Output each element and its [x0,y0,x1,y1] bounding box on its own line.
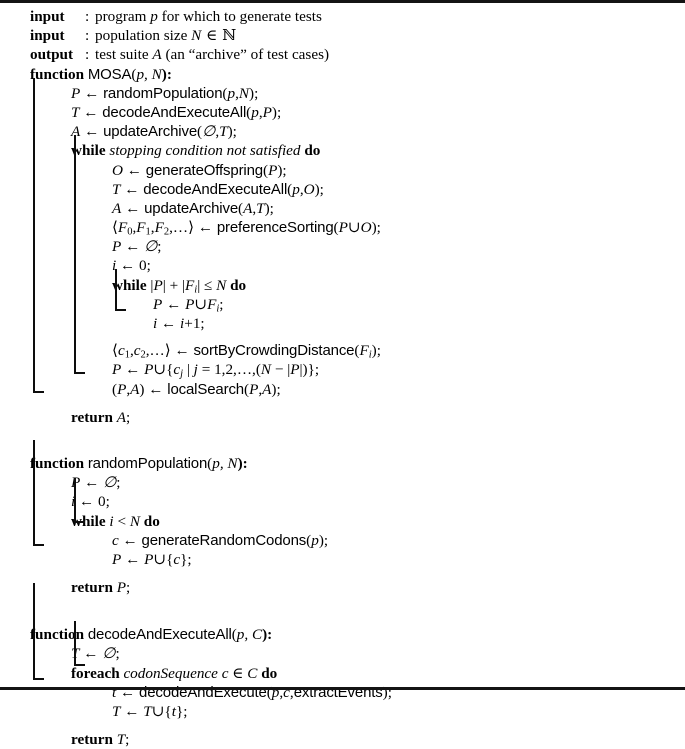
keyword-do: do [261,664,278,682]
bottom-horizontal-rule [0,687,685,690]
call-decodeAndExecuteAll: decodeAndExecuteAll [102,103,247,121]
header-var: p [150,8,158,25]
header-key: input [30,27,65,45]
nesting-rule-foot [33,678,44,680]
call-updateArchive: updateArchive [144,199,239,217]
paren-close: ): [237,454,248,472]
nesting-rule-rp-level2 [74,478,85,523]
header-colon: : [85,46,90,64]
header-colon: : [85,27,90,45]
nesting-rule-foot [74,372,85,374]
stmt-mosa-randompopulation: P ← randomPopulation(p,N); [71,84,259,102]
while-condition-mosa: stopping condition not satisfied [109,142,301,160]
stmt-mosa-p-union-cj: P ← P∪{cj | j = 1,2,…,(N − |P|)}; [112,361,320,380]
call-generateOffspring: generateOffspring [145,161,264,179]
stmt-rp-generaterandomcodons: c ← generateRandomCodons(p); [112,531,329,549]
call-updateArchive: updateArchive [103,123,198,141]
stmt-mosa-decodeall-1: T ← decodeAndExecuteAll(p,P); [71,103,282,121]
function-signature-randompopulation: function randomPopulation(p, N): [0,454,685,473]
spacer-inner-while [0,329,685,337]
header-key: output [30,46,74,64]
nesting-rule-dea-level2 [74,621,85,666]
function-signature-mosa: function MOSA(p, N): [0,65,685,84]
keyword-do: do [230,276,247,294]
call-generateRandomCodons: generateRandomCodons [141,531,307,549]
nesting-rule-foot [74,521,85,523]
header-text-suffix: for which to generate tests [157,8,322,25]
while-mosa-inner: while |P| + |Fi| ≤ N do [112,276,247,296]
nesting-rule-mosa-level2 [74,135,85,374]
stmt-dea-decodeandexecute: t ← decodeAndExecute(p,c,extractEvents); [112,683,392,701]
call-randomPopulation: randomPopulation [103,84,223,102]
stmt-mosa-updatearchive-2: A ← updateArchive(A,T); [112,199,274,217]
header-key: input [30,8,65,25]
call-preferenceSorting: preferenceSorting [216,219,334,237]
while-mosa-outer: while stopping condition not satisfied d… [0,141,685,160]
stmt-rp-i-zero: i ← 0; [71,493,110,511]
nesting-rule-mosa-level3 [115,269,126,311]
keyword-function: function [30,626,85,644]
header-text-prefix: test suite [95,46,153,64]
spacer-rp-while [0,565,685,574]
header-text-prefix: program [95,8,151,25]
spacer-between-functions-1 [0,423,685,450]
paren-close: ): [161,65,172,83]
header-text-prefix: population size [95,27,192,45]
keyword-function: function [30,454,85,472]
paren-close: ): [262,626,273,644]
stmt-mosa-decodeall-2: T ← decodeAndExecuteAll(p,O); [112,180,324,198]
function-name-randompopulation: randomPopulation [87,454,208,472]
nesting-rule-foot [33,391,44,393]
keyword-do: do [304,142,321,160]
spacer-outer-while [0,395,685,404]
nesting-rule-foot [74,664,85,666]
foreach-dea: foreach codonSequence c ∈ C do [71,664,278,682]
header-row-output: output: test suite A (an “archive” of tes… [0,45,685,64]
algorithm-body: input: program p for which to generate te… [0,3,685,748]
keyword-do: do [143,512,160,530]
function-signature-decodeandexecuteall: function decodeAndExecuteAll(p, C): [0,625,685,644]
stmt-mosa-generateoffspring: O ← generateOffspring(P); [112,161,287,179]
nesting-rule-foot [33,544,44,546]
stmt-mosa-p-empty: P ← ∅; [112,238,162,256]
stmt-mosa-updatearchive-1: A ← updateArchive(∅,T); [71,123,237,141]
while-rp: while i < N do [71,512,160,530]
keyword-function: function [30,65,85,83]
header-var: N [191,27,202,45]
stmt-mosa-preferencesorting: ⟨F0,F1,F2,…⟩ ← preferenceSorting(P∪O); [112,219,381,238]
nesting-rule-foot [115,309,126,311]
spacer-between-functions-2 [0,593,685,621]
header-row-input-1: input: program p for which to generate te… [0,7,685,26]
keyword-foreach: foreach [71,664,120,682]
stmt-mosa-i-zero: i ← 0; [112,257,151,275]
stmt-dea-t-empty: T ← ∅; [71,645,120,663]
header-text-suffix: (an “archive” of test cases) [161,46,330,64]
stmt-mosa-sortbycrowding: ⟨c1,c2,…⟩ ← sortByCrowdingDistance(Fi); [112,342,381,361]
header-text-suffix: ∈ ℕ [201,26,237,45]
function-params-decodeandexecuteall: p, C [236,626,263,644]
nesting-rule-dea-level1 [33,583,44,680]
spacer-dea-foreach [0,717,685,726]
header-colon: : [85,8,90,25]
header-row-input-2: input: population size N ∈ ℕ [0,26,685,45]
header-var: A [152,46,162,64]
stmt-rp-p-empty: P ← ∅; [71,474,121,492]
call-sortByCrowdingDistance: sortByCrowdingDistance [193,342,355,360]
call-decodeAndExecuteAll: decodeAndExecuteAll [143,180,288,198]
stmt-mosa-p-union-f: P ← P∪Fi; [153,295,224,315]
function-params-randompopulation: p, N [212,454,238,472]
keyword-while: while [71,142,106,160]
keyword-return: return [71,731,113,749]
nesting-rule-mosa-level1 [33,78,44,393]
algorithm-block: input: program p for which to generate te… [0,0,685,748]
function-name-mosa: MOSA [87,65,132,83]
nesting-rule-rp-level1 [33,440,44,546]
foreach-element-kind: codonSequence [123,664,218,682]
function-name-decodeandexecuteall: decodeAndExecuteAll [87,626,232,644]
stmt-dea-return: return T; [71,731,130,749]
keyword-while: while [112,276,147,294]
function-params-mosa: p, N [136,65,162,83]
